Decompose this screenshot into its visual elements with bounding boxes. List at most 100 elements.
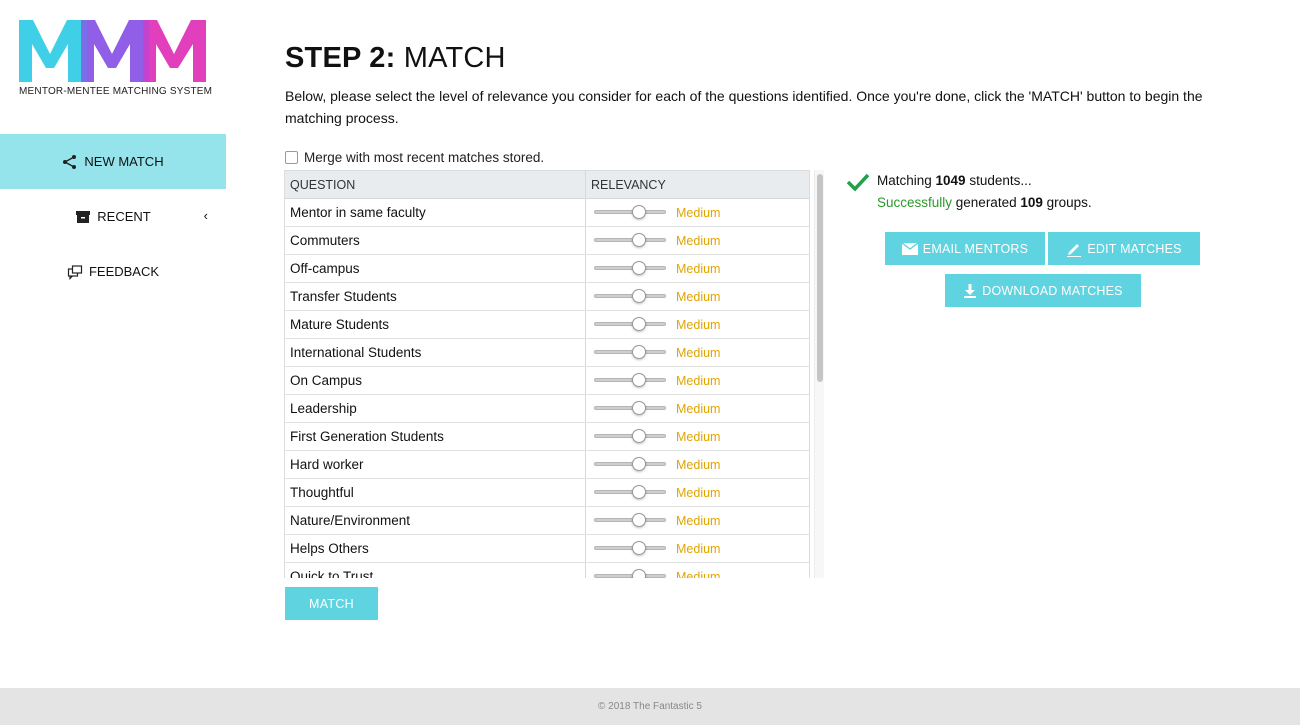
relevancy-value: Medium [676, 570, 721, 578]
slider-handle[interactable] [632, 401, 646, 415]
question-cell: International Students [285, 339, 586, 366]
relevancy-table-container[interactable]: QUESTION RELEVANCY Mentor in same facult… [284, 170, 824, 578]
relevancy-slider[interactable] [594, 205, 666, 219]
sidebar-item-feedback[interactable]: FEEDBACK [0, 244, 226, 299]
success-word: Successfully [877, 195, 953, 210]
slider-handle[interactable] [632, 513, 646, 527]
slider-handle[interactable] [632, 289, 646, 303]
table-row: Off-campus Medium [285, 255, 809, 283]
relevancy-cell: Medium [586, 563, 809, 578]
table-row: Leadership Medium [285, 395, 809, 423]
status-prefix: Matching [877, 173, 936, 188]
merge-option[interactable]: Merge with most recent matches stored. [285, 150, 544, 165]
question-cell: Off-campus [285, 255, 586, 282]
relevancy-slider[interactable] [594, 233, 666, 247]
relevancy-slider[interactable] [594, 485, 666, 499]
sidebar-item-new-match[interactable]: NEW MATCH [0, 134, 226, 189]
slider-handle[interactable] [632, 429, 646, 443]
slider-handle[interactable] [632, 373, 646, 387]
question-cell: Commuters [285, 227, 586, 254]
slider-handle[interactable] [632, 345, 646, 359]
status-suffix: students... [965, 173, 1032, 188]
relevancy-cell: Medium [586, 395, 809, 422]
relevancy-table: QUESTION RELEVANCY Mentor in same facult… [284, 170, 810, 578]
table-row: Mature Students Medium [285, 311, 809, 339]
relevancy-cell: Medium [586, 227, 809, 254]
slider-handle[interactable] [632, 485, 646, 499]
pencil-icon [1067, 243, 1082, 257]
relevancy-cell: Medium [586, 423, 809, 450]
match-button[interactable]: MATCH [285, 587, 378, 620]
footer-copyright: © 2018 The Fantastic 5 [598, 701, 702, 712]
relevancy-slider[interactable] [594, 401, 666, 415]
download-matches-button[interactable]: DOWNLOAD MATCHES [945, 274, 1141, 307]
relevancy-slider[interactable] [594, 317, 666, 331]
slider-handle[interactable] [632, 541, 646, 555]
relevancy-cell: Medium [586, 507, 809, 534]
slider-handle[interactable] [632, 261, 646, 275]
table-row: Helps Others Medium [285, 535, 809, 563]
email-mentors-label: EMAIL MENTORS [922, 241, 1029, 256]
question-cell: Thoughtful [285, 479, 586, 506]
slider-handle[interactable] [632, 317, 646, 331]
relevancy-slider[interactable] [594, 345, 666, 359]
logo[interactable]: MENTOR-MENTEE MATCHING SYSTEM [19, 18, 213, 100]
relevancy-value: Medium [676, 234, 721, 248]
relevancy-cell: Medium [586, 311, 809, 338]
scrollbar-thumb[interactable] [817, 174, 823, 382]
table-row: Hard worker Medium [285, 451, 809, 479]
relevancy-slider[interactable] [594, 429, 666, 443]
logo-subtitle: MENTOR-MENTEE MATCHING SYSTEM [19, 86, 213, 97]
relevancy-cell: Medium [586, 451, 809, 478]
table-header: QUESTION RELEVANCY [285, 171, 809, 199]
relevancy-value: Medium [676, 290, 721, 304]
question-cell: On Campus [285, 367, 586, 394]
logo-mark [19, 20, 206, 82]
relevancy-slider[interactable] [594, 513, 666, 527]
status-matching-text: Matching 1049 students... [877, 173, 1032, 188]
table-row: Thoughtful Medium [285, 479, 809, 507]
question-cell: Mature Students [285, 311, 586, 338]
email-mentors-button[interactable]: EMAIL MENTORS [885, 232, 1045, 265]
status-groups-suffix: groups. [1042, 195, 1092, 210]
relevancy-cell: Medium [586, 199, 809, 226]
page-title-text: MATCH [395, 42, 506, 74]
table-row: Commuters Medium [285, 227, 809, 255]
relevancy-cell: Medium [586, 479, 809, 506]
table-row: Quick to Trust Medium [285, 563, 809, 578]
slider-handle[interactable] [632, 457, 646, 471]
check-icon [846, 173, 870, 192]
relevancy-cell: Medium [586, 255, 809, 282]
slider-handle[interactable] [632, 569, 646, 578]
table-row: On Campus Medium [285, 367, 809, 395]
chevron-left-icon[interactable]: ‹ [204, 208, 208, 223]
column-header-question: QUESTION [285, 171, 586, 198]
table-row: Mentor in same faculty Medium [285, 199, 809, 227]
merge-checkbox[interactable] [285, 151, 298, 164]
relevancy-value: Medium [676, 402, 721, 416]
slider-handle[interactable] [632, 205, 646, 219]
relevancy-slider[interactable] [594, 541, 666, 555]
share-nodes-icon [63, 154, 77, 169]
table-scrollbar[interactable] [814, 170, 824, 578]
envelope-icon [901, 242, 918, 255]
relevancy-slider[interactable] [594, 289, 666, 303]
relevancy-value: Medium [676, 458, 721, 472]
relevancy-cell: Medium [586, 283, 809, 310]
question-cell: First Generation Students [285, 423, 586, 450]
edit-matches-button[interactable]: EDIT MATCHES [1048, 232, 1200, 265]
slider-handle[interactable] [632, 233, 646, 247]
relevancy-slider[interactable] [594, 457, 666, 471]
relevancy-slider[interactable] [594, 261, 666, 275]
relevancy-value: Medium [676, 430, 721, 444]
relevancy-value: Medium [676, 206, 721, 220]
relevancy-slider[interactable] [594, 569, 666, 578]
sidebar: MENTOR-MENTEE MATCHING SYSTEM NEW MATCH … [0, 0, 226, 688]
sidebar-item-recent[interactable]: RECENT ‹ [0, 189, 226, 244]
relevancy-slider[interactable] [594, 373, 666, 387]
relevancy-value: Medium [676, 542, 721, 556]
status-result-text: Successfully generated 109 groups. [877, 195, 1092, 210]
download-icon [964, 283, 977, 298]
relevancy-value: Medium [676, 262, 721, 276]
relevancy-value: Medium [676, 514, 721, 528]
